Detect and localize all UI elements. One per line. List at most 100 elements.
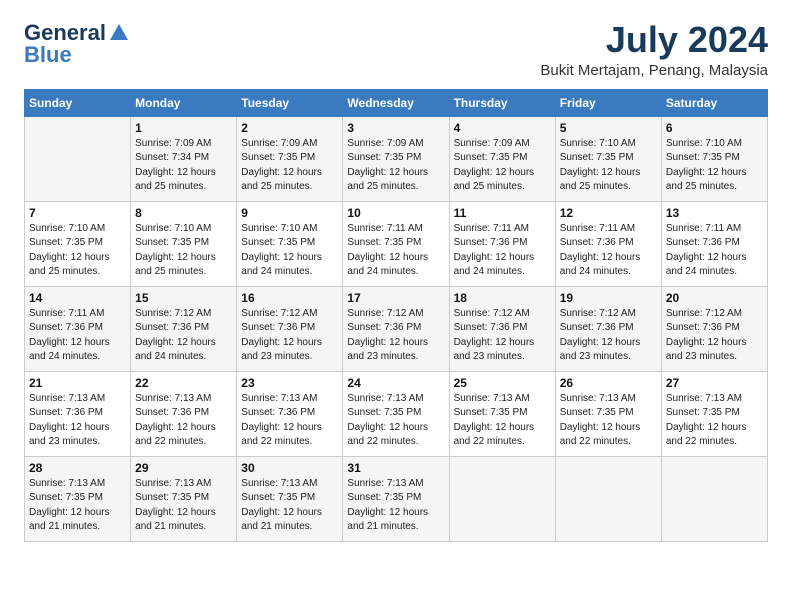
daylight-text: Daylight: 12 hours and 23 minutes. xyxy=(347,337,428,363)
daylight-text: Daylight: 12 hours and 22 minutes. xyxy=(560,422,641,448)
sunrise-text: Sunrise: 7:10 AM xyxy=(29,223,105,234)
daylight-text: Daylight: 12 hours and 21 minutes. xyxy=(135,507,216,533)
day-number: 17 xyxy=(347,291,444,305)
daylight-text: Daylight: 12 hours and 24 minutes. xyxy=(560,252,641,278)
sunrise-text: Sunrise: 7:11 AM xyxy=(666,223,741,234)
sunset-text: Sunset: 7:35 PM xyxy=(666,152,740,163)
day-number: 24 xyxy=(347,376,444,390)
cell-info: Sunrise: 7:13 AM Sunset: 7:35 PM Dayligh… xyxy=(666,392,763,450)
cell-info: Sunrise: 7:12 AM Sunset: 7:36 PM Dayligh… xyxy=(454,307,551,365)
day-number: 29 xyxy=(135,461,232,475)
sunset-text: Sunset: 7:35 PM xyxy=(454,152,528,163)
month-year-title: July 2024 xyxy=(540,20,768,60)
sunset-text: Sunset: 7:35 PM xyxy=(347,407,421,418)
calendar-cell xyxy=(555,456,661,541)
day-number: 23 xyxy=(241,376,338,390)
logo: General Blue xyxy=(24,20,130,68)
sunrise-text: Sunrise: 7:10 AM xyxy=(241,223,317,234)
cell-info: Sunrise: 7:13 AM Sunset: 7:35 PM Dayligh… xyxy=(454,392,551,450)
day-number: 30 xyxy=(241,461,338,475)
calendar-week-row: 14 Sunrise: 7:11 AM Sunset: 7:36 PM Dayl… xyxy=(25,286,768,371)
day-number: 3 xyxy=(347,121,444,135)
cell-info: Sunrise: 7:11 AM Sunset: 7:36 PM Dayligh… xyxy=(666,222,763,280)
day-number: 31 xyxy=(347,461,444,475)
sunrise-text: Sunrise: 7:10 AM xyxy=(135,223,211,234)
calendar-cell: 17 Sunrise: 7:12 AM Sunset: 7:36 PM Dayl… xyxy=(343,286,449,371)
calendar-cell xyxy=(25,116,131,201)
logo-blue: Blue xyxy=(24,42,72,68)
calendar-cell: 25 Sunrise: 7:13 AM Sunset: 7:35 PM Dayl… xyxy=(449,371,555,456)
sunset-text: Sunset: 7:35 PM xyxy=(135,492,209,503)
calendar-cell: 30 Sunrise: 7:13 AM Sunset: 7:35 PM Dayl… xyxy=(237,456,343,541)
daylight-text: Daylight: 12 hours and 21 minutes. xyxy=(347,507,428,533)
sunrise-text: Sunrise: 7:12 AM xyxy=(347,308,423,319)
calendar-cell: 1 Sunrise: 7:09 AM Sunset: 7:34 PM Dayli… xyxy=(131,116,237,201)
day-number: 6 xyxy=(666,121,763,135)
calendar-week-row: 28 Sunrise: 7:13 AM Sunset: 7:35 PM Dayl… xyxy=(25,456,768,541)
daylight-text: Daylight: 12 hours and 23 minutes. xyxy=(29,422,110,448)
daylight-text: Daylight: 12 hours and 22 minutes. xyxy=(241,422,322,448)
day-number: 25 xyxy=(454,376,551,390)
sunrise-text: Sunrise: 7:12 AM xyxy=(454,308,530,319)
daylight-text: Daylight: 12 hours and 25 minutes. xyxy=(135,252,216,278)
sunset-text: Sunset: 7:35 PM xyxy=(241,152,315,163)
day-number: 8 xyxy=(135,206,232,220)
daylight-text: Daylight: 12 hours and 23 minutes. xyxy=(666,337,747,363)
header: General Blue July 2024 Bukit Mertajam, P… xyxy=(24,20,768,79)
sunset-text: Sunset: 7:35 PM xyxy=(241,492,315,503)
sunrise-text: Sunrise: 7:10 AM xyxy=(560,138,636,149)
sunrise-text: Sunrise: 7:13 AM xyxy=(29,393,105,404)
cell-info: Sunrise: 7:12 AM Sunset: 7:36 PM Dayligh… xyxy=(666,307,763,365)
cell-info: Sunrise: 7:13 AM Sunset: 7:36 PM Dayligh… xyxy=(135,392,232,450)
daylight-text: Daylight: 12 hours and 25 minutes. xyxy=(29,252,110,278)
cell-info: Sunrise: 7:13 AM Sunset: 7:35 PM Dayligh… xyxy=(347,392,444,450)
daylight-text: Daylight: 12 hours and 24 minutes. xyxy=(347,252,428,278)
day-number: 20 xyxy=(666,291,763,305)
calendar-week-row: 7 Sunrise: 7:10 AM Sunset: 7:35 PM Dayli… xyxy=(25,201,768,286)
daylight-text: Daylight: 12 hours and 25 minutes. xyxy=(560,167,641,193)
calendar-cell: 19 Sunrise: 7:12 AM Sunset: 7:36 PM Dayl… xyxy=(555,286,661,371)
sunset-text: Sunset: 7:35 PM xyxy=(454,407,528,418)
day-number: 16 xyxy=(241,291,338,305)
cell-info: Sunrise: 7:09 AM Sunset: 7:35 PM Dayligh… xyxy=(347,137,444,195)
sunrise-text: Sunrise: 7:13 AM xyxy=(135,393,211,404)
sunrise-text: Sunrise: 7:09 AM xyxy=(454,138,530,149)
col-saturday: Saturday xyxy=(661,89,767,116)
sunset-text: Sunset: 7:36 PM xyxy=(560,322,634,333)
cell-info: Sunrise: 7:13 AM Sunset: 7:35 PM Dayligh… xyxy=(241,477,338,535)
day-number: 9 xyxy=(241,206,338,220)
sunset-text: Sunset: 7:35 PM xyxy=(347,152,421,163)
sunset-text: Sunset: 7:36 PM xyxy=(135,322,209,333)
cell-info: Sunrise: 7:13 AM Sunset: 7:35 PM Dayligh… xyxy=(135,477,232,535)
calendar-week-row: 21 Sunrise: 7:13 AM Sunset: 7:36 PM Dayl… xyxy=(25,371,768,456)
calendar-cell: 9 Sunrise: 7:10 AM Sunset: 7:35 PM Dayli… xyxy=(237,201,343,286)
sunrise-text: Sunrise: 7:11 AM xyxy=(29,308,104,319)
day-number: 18 xyxy=(454,291,551,305)
daylight-text: Daylight: 12 hours and 24 minutes. xyxy=(241,252,322,278)
sunrise-text: Sunrise: 7:13 AM xyxy=(666,393,742,404)
cell-info: Sunrise: 7:09 AM Sunset: 7:35 PM Dayligh… xyxy=(454,137,551,195)
cell-info: Sunrise: 7:13 AM Sunset: 7:36 PM Dayligh… xyxy=(29,392,126,450)
daylight-text: Daylight: 12 hours and 24 minutes. xyxy=(454,252,535,278)
sunset-text: Sunset: 7:36 PM xyxy=(29,322,103,333)
calendar-cell: 5 Sunrise: 7:10 AM Sunset: 7:35 PM Dayli… xyxy=(555,116,661,201)
sunset-text: Sunset: 7:35 PM xyxy=(666,407,740,418)
cell-info: Sunrise: 7:13 AM Sunset: 7:35 PM Dayligh… xyxy=(560,392,657,450)
day-number: 2 xyxy=(241,121,338,135)
sunset-text: Sunset: 7:36 PM xyxy=(241,322,315,333)
day-number: 12 xyxy=(560,206,657,220)
calendar-cell: 6 Sunrise: 7:10 AM Sunset: 7:35 PM Dayli… xyxy=(661,116,767,201)
sunset-text: Sunset: 7:35 PM xyxy=(560,152,634,163)
sunrise-text: Sunrise: 7:12 AM xyxy=(135,308,211,319)
col-thursday: Thursday xyxy=(449,89,555,116)
day-number: 4 xyxy=(454,121,551,135)
sunset-text: Sunset: 7:34 PM xyxy=(135,152,209,163)
cell-info: Sunrise: 7:09 AM Sunset: 7:34 PM Dayligh… xyxy=(135,137,232,195)
location-subtitle: Bukit Mertajam, Penang, Malaysia xyxy=(540,62,768,79)
daylight-text: Daylight: 12 hours and 21 minutes. xyxy=(29,507,110,533)
cell-info: Sunrise: 7:12 AM Sunset: 7:36 PM Dayligh… xyxy=(135,307,232,365)
daylight-text: Daylight: 12 hours and 22 minutes. xyxy=(135,422,216,448)
sunset-text: Sunset: 7:36 PM xyxy=(29,407,103,418)
header-row: Sunday Monday Tuesday Wednesday Thursday… xyxy=(25,89,768,116)
calendar-cell: 31 Sunrise: 7:13 AM Sunset: 7:35 PM Dayl… xyxy=(343,456,449,541)
